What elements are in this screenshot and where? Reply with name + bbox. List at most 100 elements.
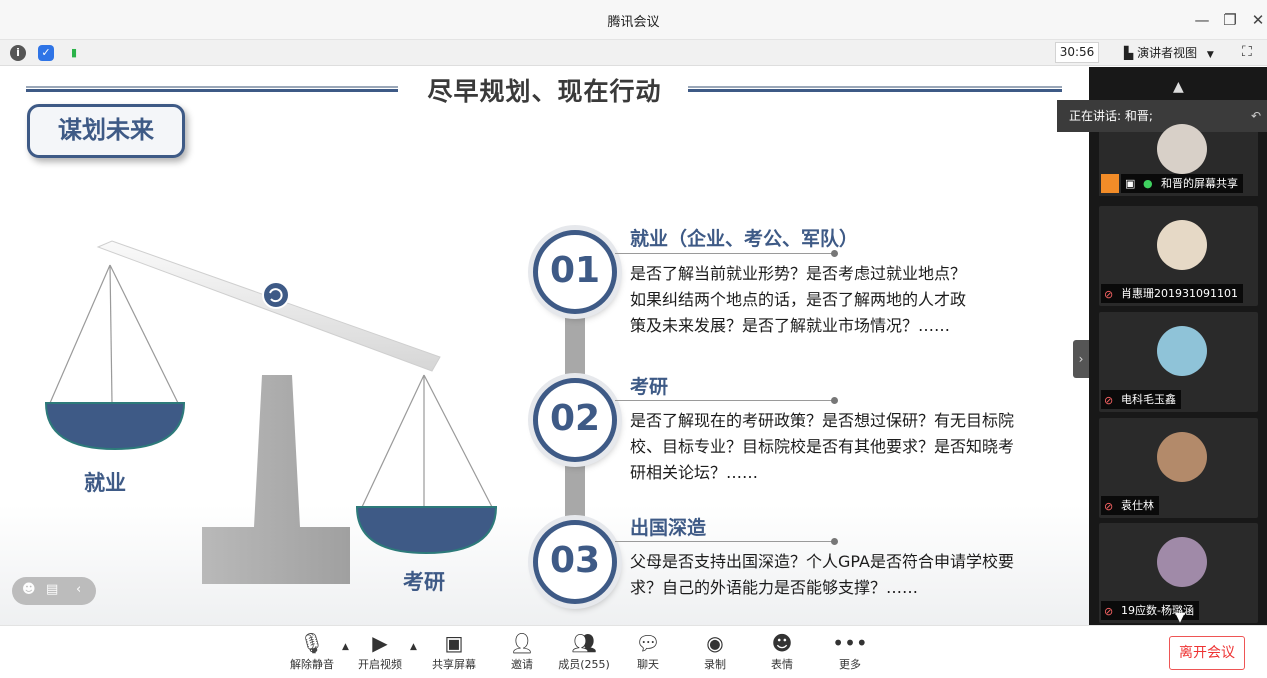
record-button[interactable]: ◉ 录制 — [685, 630, 745, 672]
avatar — [1157, 537, 1207, 587]
avatar — [1157, 124, 1207, 174]
mic-muted-icon: ⊘ — [1104, 394, 1114, 407]
item-rule-3 — [615, 541, 835, 542]
signal-icon[interactable]: ▮ — [66, 45, 82, 61]
item-dot-2 — [831, 397, 838, 404]
slide-title: 尽早规划、现在行动 — [427, 77, 662, 106]
item-dot-3 — [831, 538, 838, 545]
plan-badge: 谋划未来 — [27, 104, 185, 158]
participant-tile[interactable]: 电科毛玉鑫 ⊘ — [1099, 312, 1258, 412]
start-video-label: 开启视频 — [358, 658, 402, 671]
record-icon: ◉ — [706, 631, 724, 655]
person-icon — [1101, 174, 1119, 193]
minimize-button[interactable]: — — [1190, 8, 1214, 32]
emoji-icon: ☻ — [771, 631, 793, 655]
more-label: 更多 — [839, 658, 861, 671]
balance-scale-illustration — [44, 240, 498, 584]
participant-tile[interactable]: 和晋的屏幕共享 ▣ ● — [1099, 124, 1258, 196]
share-screen-label: 共享屏幕 — [432, 658, 476, 671]
meeting-controls: 🎙︎ 解除静音 ▲ ▶ 开启视频 ▲ ▣ 共享屏幕 👤︎ 邀请 👥︎ 成员(25… — [0, 625, 1267, 678]
screen-share-icon: ▣ — [1125, 177, 1136, 190]
participant-tile[interactable]: 肖惠珊201931091101 ⊘ — [1099, 206, 1258, 306]
record-label: 录制 — [704, 658, 726, 671]
window-title: 腾讯会议 — [607, 15, 660, 30]
avatar — [1157, 432, 1207, 482]
item-number-2: 02 — [533, 378, 617, 462]
scale-right-pan — [355, 506, 498, 555]
item-rule-1 — [615, 253, 833, 254]
sidebar-toggle-icon[interactable]: › — [1073, 340, 1089, 378]
item-number-1: 01 — [533, 230, 617, 314]
chat-icon: 💬︎ — [635, 631, 661, 655]
share-screen-button[interactable]: ▣ 共享屏幕 — [424, 630, 484, 672]
more-icon: ••• — [832, 631, 868, 655]
members-icon: 👥︎ — [571, 631, 597, 655]
video-off-icon: ▶ — [372, 631, 388, 655]
reply-icon[interactable]: ↶ — [1251, 100, 1261, 132]
more-button[interactable]: ••• 更多 — [820, 630, 880, 672]
item-dot-1 — [831, 250, 838, 257]
shared-slide: 尽早规划、现在行动 谋划未来 就业 考研 01 就业（企业、考公、军队） 是否了… — [0, 67, 1089, 625]
mic-muted-icon: 🎙︎ — [299, 631, 325, 655]
scroll-down-icon[interactable]: ▼ — [1175, 610, 1185, 625]
scale-pivot — [262, 281, 290, 309]
item-number-3: 03 — [533, 520, 617, 604]
chat-label: 聊天 — [637, 658, 659, 671]
mic-muted-icon: ⊘ — [1104, 605, 1114, 618]
window-titlebar: 腾讯会议 — ❐ ✕ — [0, 0, 1267, 40]
fullscreen-icon[interactable]: ⛶ — [1242, 44, 1252, 60]
view-mode-dropdown[interactable]: ▙ 演讲者视图 ▼ — [1124, 44, 1214, 61]
scale-left-pan — [44, 402, 186, 451]
chat-icon[interactable]: ▤ — [46, 582, 58, 597]
start-video-button[interactable]: ▶ 开启视频 — [350, 630, 410, 672]
participant-tile[interactable]: 袁仕林 ⊘ — [1099, 418, 1258, 518]
invite-label: 邀请 — [511, 658, 533, 671]
share-screen-icon: ▣ — [444, 631, 464, 655]
mic-muted-icon: ⊘ — [1104, 500, 1114, 513]
item-text-2: 是否了解现在的考研政策？是否想过保研？有无目标院 校、目标专业？目标院校是否有其… — [630, 411, 1015, 482]
restore-button[interactable]: ❐ — [1218, 8, 1242, 32]
invite-icon: 👤︎ — [509, 631, 535, 655]
left-pan-label: 就业 — [84, 471, 126, 495]
scale-post — [202, 375, 350, 584]
item-rule-2 — [615, 400, 835, 401]
item-text-3: 父母是否支持出国深造？个人GPA是否符合申请学校要 求？自己的外语能力是否能够支… — [630, 552, 1014, 597]
item-text-1: 是否了解当前就业形势？是否考虑过就业地点？ 如果纠结两个地点的话，是否了解两地的… — [630, 264, 967, 335]
layout-icon: ▙ — [1124, 46, 1134, 60]
item-heading-3: 出国深造 — [630, 517, 707, 539]
audio-options-caret[interactable]: ▲ — [342, 642, 349, 652]
unmute-button[interactable]: 🎙︎ 解除静音 — [282, 630, 342, 672]
participant-tile[interactable]: 19应数-杨璐涵 ⊘ ▼ — [1099, 523, 1258, 625]
active-speaker-text: 正在讲话: 和晋; — [1069, 109, 1153, 123]
emoji-icon[interactable]: ☻ — [22, 582, 36, 597]
item-heading-2: 考研 — [630, 376, 669, 398]
reactions-label: 表情 — [771, 658, 793, 671]
invite-button[interactable]: 👤︎ 邀请 — [492, 630, 552, 672]
members-button[interactable]: 👥︎ 成员(255) — [554, 630, 614, 672]
members-label: 成员(255) — [558, 658, 610, 671]
info-icon[interactable]: i — [10, 45, 26, 61]
right-pan-label: 考研 — [403, 570, 445, 594]
participant-name: 和晋的屏幕共享 — [1121, 174, 1243, 193]
participant-name: 肖惠珊201931091101 — [1101, 284, 1243, 303]
reactions-button[interactable]: ☻ 表情 — [752, 630, 812, 672]
scroll-up-icon[interactable]: ▲ — [1173, 79, 1184, 95]
avatar — [1157, 220, 1207, 270]
annotation-mini-toolbar[interactable]: ☻ ▤ ‹ — [12, 577, 96, 605]
mic-on-icon: ● — [1143, 177, 1153, 190]
chevron-left-icon[interactable]: ‹ — [76, 582, 81, 597]
shield-icon[interactable]: ✓ — [38, 45, 54, 61]
active-speaker-banner: 正在讲话: 和晋; ↶ — [1057, 100, 1267, 132]
video-options-caret[interactable]: ▲ — [410, 642, 417, 652]
chat-button[interactable]: 💬︎ 聊天 — [618, 630, 678, 672]
avatar — [1157, 326, 1207, 376]
view-mode-label: 演讲者视图 — [1137, 46, 1198, 60]
mic-muted-icon: ⊘ — [1104, 288, 1114, 301]
leave-meeting-button[interactable]: 离开会议 — [1169, 636, 1245, 670]
item-heading-1: 就业（企业、考公、军队） — [630, 228, 859, 250]
unmute-label: 解除静音 — [290, 658, 334, 671]
meeting-infobar: i ✓ ▮ 30:56 ▙ 演讲者视图 ▼ ⛶ — [0, 40, 1267, 66]
meeting-timer: 30:56 — [1055, 42, 1099, 63]
chevron-down-icon: ▼ — [1206, 50, 1214, 60]
close-button[interactable]: ✕ — [1246, 8, 1267, 32]
